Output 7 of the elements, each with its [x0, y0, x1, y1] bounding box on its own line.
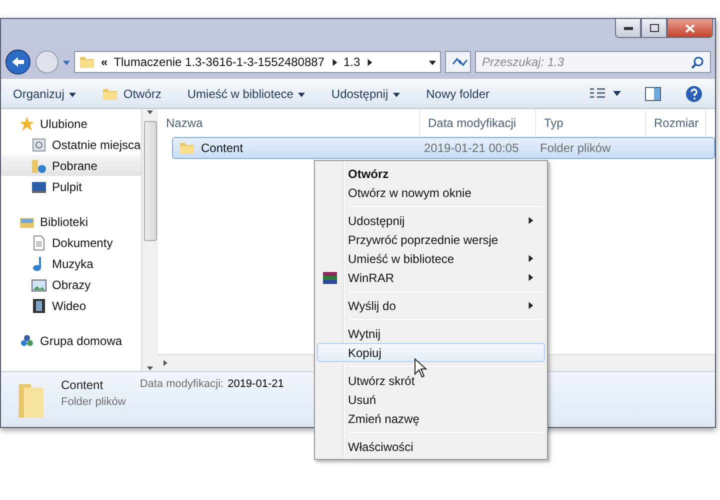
details-label: Data modyfikacji:: [140, 378, 224, 390]
file-date: 2019-01-21 00:05: [424, 141, 519, 155]
details-name: Content: [61, 378, 104, 392]
details-value: 2019-01-21: [228, 378, 284, 390]
file-name: Content: [201, 141, 244, 155]
details-type: Folder plików: [61, 396, 126, 408]
file-type: Folder plików: [540, 141, 611, 155]
